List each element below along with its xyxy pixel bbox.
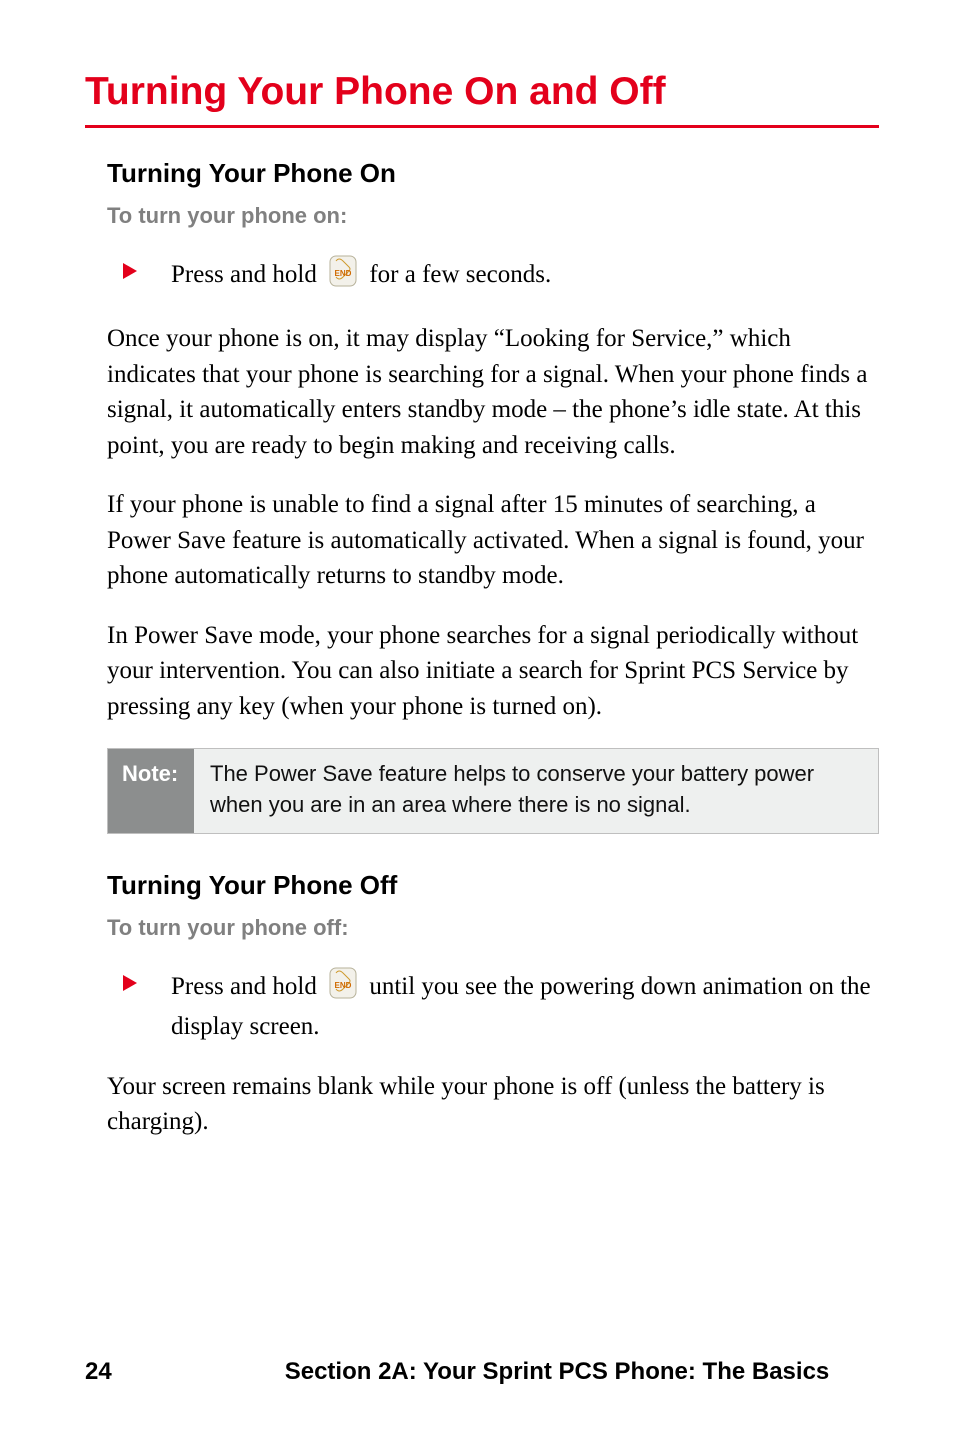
- page-title: Turning Your Phone On and Off: [85, 70, 879, 115]
- lead-turn-on: To turn your phone on:: [107, 203, 879, 229]
- section-label: Section 2A: Your Sprint PCS Phone: The B…: [235, 1358, 879, 1386]
- heading-turn-on: Turning Your Phone On: [107, 158, 879, 189]
- bullet-icon: [123, 263, 137, 279]
- para-off-1: Your screen remains blank while your pho…: [107, 1069, 879, 1140]
- bullet-icon: [123, 975, 137, 991]
- para-on-2: If your phone is unable to find a signal…: [107, 487, 879, 594]
- end-key-icon: [329, 967, 357, 1010]
- bullet-off-pre: Press and hold: [171, 973, 323, 1000]
- bullet-turn-on: Press and hold for a few seconds.: [123, 255, 879, 298]
- note-box: Note: The Power Save feature helps to co…: [107, 748, 879, 834]
- page-footer: 24 Section 2A: Your Sprint PCS Phone: Th…: [85, 1358, 879, 1386]
- bullet-turn-off: Press and hold until you see the powerin…: [123, 967, 879, 1045]
- note-label: Note:: [108, 749, 194, 833]
- lead-turn-off: To turn your phone off:: [107, 915, 879, 941]
- para-on-1: Once your phone is on, it may display “L…: [107, 321, 879, 463]
- heading-turn-off: Turning Your Phone Off: [107, 870, 879, 901]
- bullet-text-pre: Press and hold: [171, 261, 323, 288]
- end-key-icon: [329, 255, 357, 298]
- note-text: The Power Save feature helps to conserve…: [194, 749, 878, 833]
- title-rule: [85, 125, 879, 128]
- page-number: 24: [85, 1358, 235, 1386]
- bullet-text-post: for a few seconds.: [369, 261, 551, 288]
- para-on-3: In Power Save mode, your phone searches …: [107, 618, 879, 725]
